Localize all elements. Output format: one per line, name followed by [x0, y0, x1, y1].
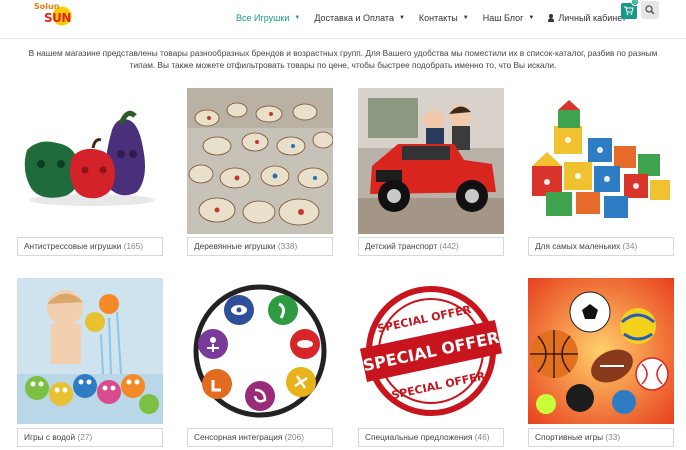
- logo-text-main: SUN: [44, 11, 71, 25]
- category-name: Специальные предложения: [365, 432, 473, 442]
- chevron-down-icon: ▼: [462, 15, 469, 21]
- category-image[interactable]: [528, 88, 674, 234]
- main-nav: Все Игрушки ▼ Доставка и Оплата ▼ Контак…: [236, 10, 651, 26]
- kids-transport-image: [358, 88, 504, 234]
- chevron-down-icon: ▼: [398, 15, 405, 21]
- category-name: Антистрессовые игрушки: [24, 241, 122, 251]
- category-label[interactable]: Для самых маленьких (34): [528, 237, 674, 256]
- category-name: Сенсорная интеграция: [194, 432, 283, 442]
- category-label[interactable]: Сенсорная интеграция (206): [187, 428, 333, 447]
- category-image[interactable]: [187, 278, 333, 424]
- search-button[interactable]: [641, 1, 659, 19]
- category-name: Спортивные игры: [535, 432, 604, 442]
- cart-count-badge: 0: [631, 0, 639, 6]
- category-count: (442): [439, 241, 459, 251]
- user-icon: [548, 14, 555, 22]
- nav-contacts[interactable]: Контакты ▼: [419, 13, 469, 23]
- category-image[interactable]: [17, 88, 163, 234]
- category-image[interactable]: [358, 88, 504, 234]
- category-name: Для самых маленьких: [535, 241, 621, 251]
- nav-blog[interactable]: Наш Блог ▼: [483, 13, 535, 23]
- category-label[interactable]: Специальные предложения (46): [358, 428, 504, 447]
- category-name: Деревянные игрушки: [194, 241, 276, 251]
- nav-contacts-label: Контакты: [418, 13, 458, 23]
- category-label[interactable]: Деревянные игрушки (338): [187, 237, 333, 256]
- nav-all-toys[interactable]: Все Игрушки ▼: [236, 13, 300, 23]
- category-image[interactable]: [187, 88, 333, 234]
- antistress-toys-image: [17, 88, 163, 234]
- category-name: Детский транспорт: [365, 241, 438, 251]
- special-offer-stamp-image: SPECIAL OFFER SPECIAL OFFER SPECIAL OFFE…: [358, 278, 504, 424]
- category-label[interactable]: Спортивные игры (33): [528, 428, 674, 447]
- category-name: Игры с водой: [24, 432, 76, 442]
- site-logo[interactable]: Solun SUN: [34, 2, 76, 30]
- category-count: (27): [77, 432, 93, 442]
- category-image[interactable]: SPECIAL OFFER SPECIAL OFFER SPECIAL OFFE…: [358, 278, 504, 424]
- nav-blog-label: Наш Блог: [482, 13, 524, 23]
- chevron-down-icon: ▼: [294, 15, 301, 21]
- category-count: (33): [605, 432, 621, 442]
- category-count: (206): [284, 432, 305, 442]
- category-count: (34): [622, 241, 638, 251]
- baby-blocks-image: [528, 88, 674, 234]
- category-image[interactable]: [528, 278, 674, 424]
- search-icon: [645, 5, 655, 15]
- site-header: Solun SUN Все Игрушки ▼ Доставка и Оплат…: [0, 0, 686, 38]
- category-label[interactable]: Детский транспорт (442): [358, 237, 504, 256]
- chevron-down-icon: ▼: [528, 15, 535, 21]
- nav-delivery-label: Доставка и Оплата: [314, 13, 394, 23]
- sensory-integration-image: [187, 278, 333, 424]
- water-toys-image: [17, 278, 163, 424]
- category-label[interactable]: Антистрессовые игрушки (165): [17, 237, 163, 256]
- category-count: (338): [277, 241, 298, 251]
- header-divider: [0, 38, 686, 39]
- catalog-intro-text: В нашем магазине представлены товары раз…: [28, 48, 658, 70]
- nav-account-label: Личный кабинет: [558, 13, 627, 23]
- category-image[interactable]: [17, 278, 163, 424]
- wooden-toys-image: [187, 88, 333, 234]
- category-count: (46): [474, 432, 490, 442]
- logo-text-top: Solun: [34, 2, 60, 11]
- nav-all-toys-label: Все Игрушки: [236, 13, 290, 23]
- category-count: (165): [123, 241, 143, 251]
- nav-delivery[interactable]: Доставка и Оплата ▼: [314, 13, 405, 23]
- category-label[interactable]: Игры с водой (27): [17, 428, 163, 447]
- sports-balls-image: [528, 278, 674, 424]
- cart-icon: [624, 6, 634, 15]
